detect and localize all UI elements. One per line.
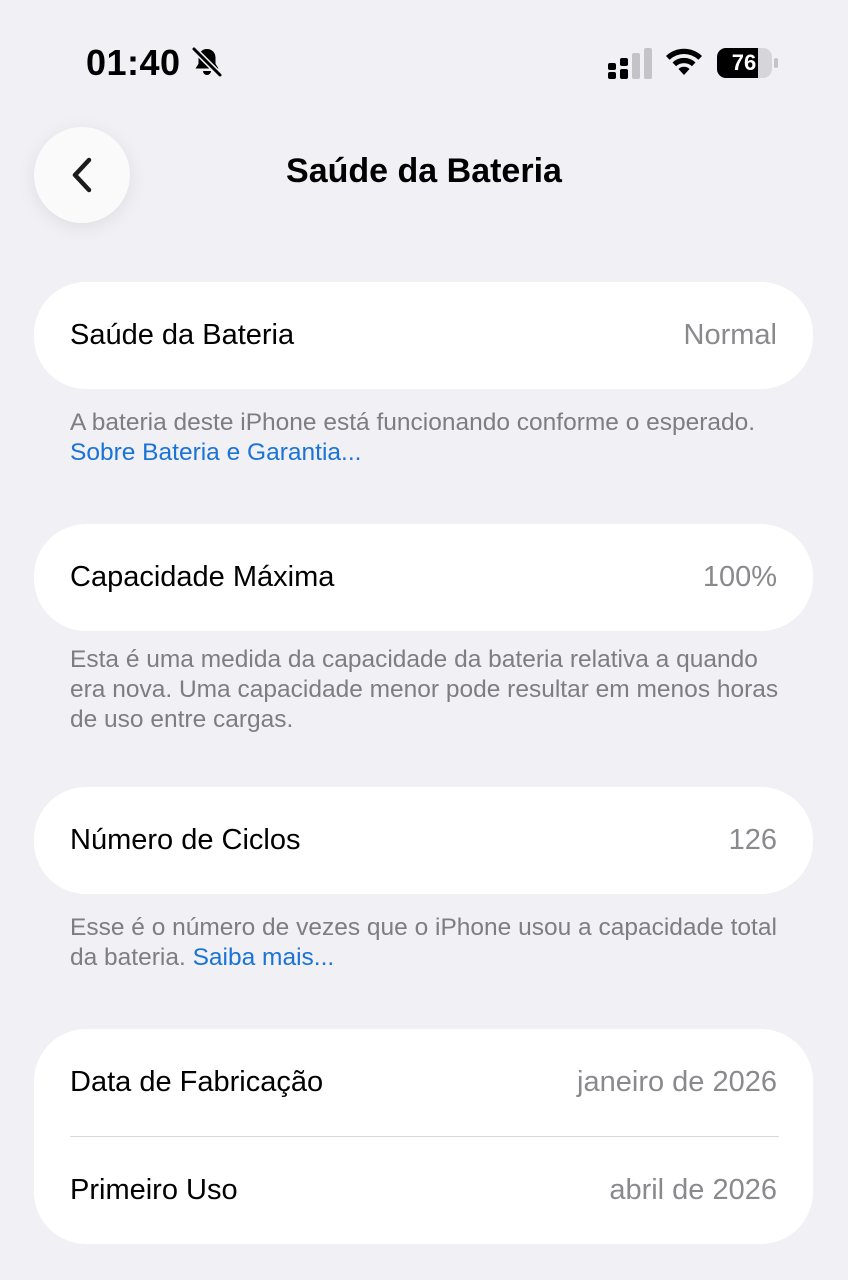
status-bar: 01:40 76 — [0, 0, 848, 110]
cycle-count-footnote: Esse é o número de vezes que o iPhone us… — [70, 913, 790, 973]
cellular-signal-icon — [608, 48, 652, 79]
max-capacity-row: Capacidade Máxima 100% — [34, 524, 813, 631]
manufacture-date-label: Data de Fabricação — [70, 1066, 324, 1098]
cycle-count-value: 126 — [728, 824, 777, 856]
cycle-count-row: Número de Ciclos 126 — [34, 787, 813, 894]
battery-health-row: Saúde da Bateria Normal — [34, 282, 813, 389]
battery-health-screen: 01:40 76 Saúde da Bateria Saúde da Bater… — [0, 0, 848, 1280]
first-use-row: Primeiro Uso abril de 2026 — [34, 1137, 813, 1244]
wifi-icon — [666, 48, 702, 75]
battery-health-label: Saúde da Bateria — [70, 319, 295, 351]
cycle-count-label: Número de Ciclos — [70, 824, 301, 856]
status-time: 01:40 — [86, 42, 181, 83]
max-capacity-footnote: Esta é uma medida da capacidade da bater… — [70, 646, 779, 733]
battery-health-footnote-text: A bateria deste iPhone está funcionando … — [70, 409, 756, 436]
learn-more-link[interactable]: Saiba mais... — [193, 944, 335, 971]
max-capacity-value: 100% — [702, 561, 777, 593]
battery-warranty-link[interactable]: Sobre Bateria e Garantia... — [70, 439, 361, 466]
battery-level: 76 — [731, 50, 757, 75]
battery-health-card: Saúde da Bateria Normal — [34, 282, 813, 389]
cycle-count-footnote-text: Esse é o número de vezes que o iPhone us… — [70, 914, 777, 971]
bell-slash-icon — [191, 46, 223, 78]
battery-health-value: Normal — [683, 319, 777, 351]
manufacture-date-value: janeiro de 2026 — [577, 1066, 777, 1098]
page-title: Saúde da Bateria — [286, 152, 562, 190]
manufacture-date-row: Data de Fabricação janeiro de 2026 — [34, 1029, 813, 1136]
first-use-value: abril de 2026 — [609, 1174, 777, 1206]
max-capacity-card: Capacidade Máxima 100% — [34, 524, 813, 631]
max-capacity-label: Capacidade Máxima — [70, 561, 335, 593]
cycle-count-card: Número de Ciclos 126 — [34, 787, 813, 894]
first-use-label: Primeiro Uso — [70, 1174, 238, 1206]
battery-health-footnote: A bateria deste iPhone está funcionando … — [70, 408, 790, 468]
battery-dates-card: Data de Fabricação janeiro de 2026 Prime… — [34, 1029, 813, 1244]
